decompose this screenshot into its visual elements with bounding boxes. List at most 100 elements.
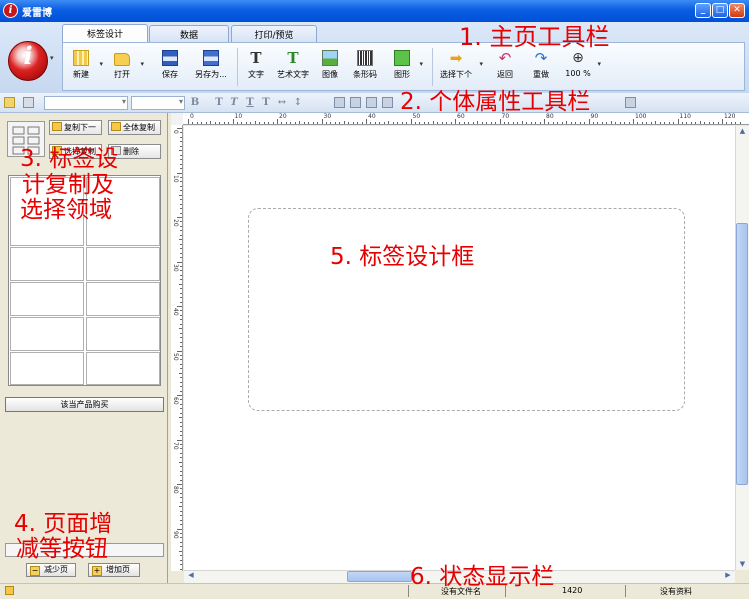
ruler-tick (180, 274, 182, 276)
grid-cell[interactable] (86, 352, 160, 385)
grid-cell[interactable] (10, 317, 84, 351)
text-tool-button[interactable]: T 文字 (244, 48, 268, 88)
ruler-tick (180, 546, 182, 548)
ruler-tick (177, 306, 182, 307)
zoom-button[interactable]: ⊕ 100 % (563, 48, 601, 88)
ruler-tick (548, 122, 550, 124)
ruler-tick (624, 122, 626, 124)
art-text-tool-button[interactable]: T 艺术文字 (273, 48, 313, 88)
ruler-tick (552, 122, 554, 124)
redo-button[interactable]: ↷ 重做 (529, 48, 553, 88)
ruler-tick (285, 122, 287, 124)
increase-page-button[interactable]: + 增加页 (88, 563, 140, 577)
ruler-tick (180, 452, 182, 454)
grid-cell[interactable] (10, 247, 84, 281)
grid-cell[interactable] (10, 352, 84, 385)
ruler-tick (450, 122, 452, 124)
ruler-tick (180, 457, 182, 459)
shape-tool-button[interactable]: 图形 (389, 48, 423, 88)
annotation-copy-area-line3: 选择领域 (20, 197, 112, 223)
select-next-button[interactable]: ➡ 选择下个 (437, 48, 483, 88)
ruler-tick (348, 122, 350, 124)
grid-cell[interactable] (86, 247, 160, 281)
barcode-icon (357, 50, 373, 66)
ruler-tick (628, 122, 630, 124)
align-right-icon[interactable] (366, 97, 377, 108)
ruler-tick (180, 163, 182, 165)
ruler-label: 20 (279, 113, 287, 120)
copy-all-button[interactable]: 全体复制 (108, 120, 161, 135)
ruler-tick (180, 488, 182, 490)
ruler-tick (180, 501, 182, 503)
scroll-down-icon[interactable]: ▼ (737, 560, 748, 568)
width-icon[interactable]: ↔ (276, 96, 288, 109)
copy-all-icon (111, 122, 121, 131)
strikethrough-icon[interactable]: T (260, 96, 272, 109)
ruler-tick (180, 524, 182, 526)
scroll-up-icon[interactable]: ▲ (737, 127, 748, 135)
maximize-icon[interactable]: □ (712, 3, 728, 18)
align-center-icon[interactable] (350, 97, 361, 108)
grid-cell[interactable] (86, 317, 160, 351)
app-logo-icon[interactable]: i (3, 3, 18, 18)
ruler-tick (317, 122, 319, 124)
font-size-combo[interactable] (131, 96, 185, 110)
grid-cell[interactable] (10, 282, 84, 316)
align-left-icon[interactable] (334, 97, 345, 108)
ruler-tick (179, 283, 182, 285)
buy-product-button[interactable]: 该当产品购买 (5, 397, 164, 412)
ruler-tick (180, 270, 182, 272)
minimize-icon[interactable]: _ (695, 3, 711, 18)
tab-data[interactable]: 数据 (149, 25, 229, 42)
open-button[interactable]: 打开 (108, 48, 144, 88)
horizontal-scroll-thumb[interactable] (347, 571, 412, 582)
vertical-scroll-thumb[interactable] (736, 223, 748, 485)
ruler-tick (584, 122, 586, 124)
new-button[interactable]: 新建 (67, 48, 103, 88)
tab-label-design[interactable]: 标签设计 (62, 24, 148, 43)
grid-cell[interactable] (86, 282, 160, 316)
ruler-tick (180, 265, 182, 267)
height-icon[interactable]: ↕ (292, 96, 304, 109)
align-justify-icon[interactable] (382, 97, 393, 108)
barcode-tool-button[interactable]: 条形码 (348, 48, 382, 88)
decrease-page-button[interactable]: − 减少页 (26, 563, 76, 577)
ruler-label: 50 (172, 352, 179, 361)
copy-next-button[interactable]: 复制下一 (49, 120, 102, 135)
ruler-tick (180, 386, 182, 388)
ruler-tick (690, 122, 692, 124)
ruler-tick (428, 122, 430, 124)
ruler-tick (401, 122, 403, 124)
underline-icon[interactable]: T (244, 96, 256, 109)
ruler-tick (397, 122, 399, 124)
lock-icon[interactable] (23, 97, 34, 108)
chevron-down-icon[interactable]: ▾ (50, 54, 54, 62)
ruler-tick (388, 121, 390, 124)
bold-icon[interactable]: B (189, 96, 201, 109)
undo-button[interactable]: ↶ 返回 (493, 48, 517, 88)
font-name-combo[interactable] (44, 96, 128, 110)
label-design-frame[interactable] (248, 208, 685, 411)
scroll-left-icon[interactable]: ◀ (186, 571, 196, 579)
italic-icon[interactable]: T (228, 96, 240, 109)
scroll-right-icon[interactable]: ▶ (723, 571, 733, 579)
ruler-tick (330, 122, 332, 124)
close-icon[interactable]: ✕ (729, 3, 745, 18)
ruler-tick (299, 121, 301, 124)
ruler-tick (406, 122, 408, 124)
save-as-button[interactable]: 另存为... (189, 48, 233, 88)
property-icon[interactable] (4, 97, 15, 108)
ruler-tick (180, 381, 182, 383)
ruler-tick (180, 555, 182, 557)
text-style-icon[interactable]: T (213, 96, 225, 109)
ruler-tick (177, 172, 182, 174)
ruler-tick (463, 122, 465, 124)
image-tool-button[interactable]: 图像 (317, 48, 343, 88)
ruler-tick (352, 122, 354, 124)
ruler-tick (180, 492, 182, 494)
ruler-tick (277, 119, 278, 124)
ruler-tick (699, 121, 701, 124)
save-button[interactable]: 保存 (155, 48, 185, 88)
tab-print-preview[interactable]: 打印/预览 (231, 25, 317, 42)
border-icon[interactable] (625, 97, 636, 108)
